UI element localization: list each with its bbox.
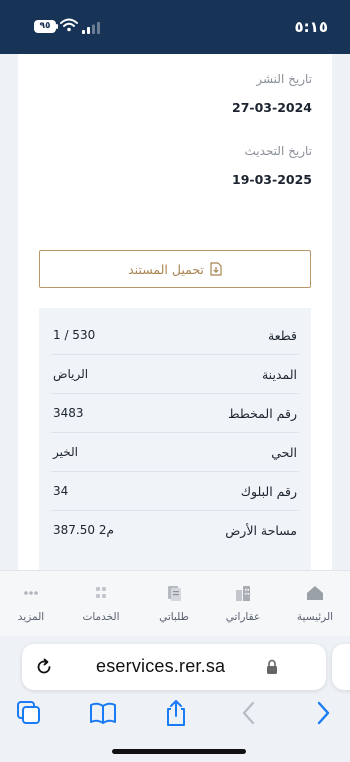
download-icon [210,262,222,276]
detail-value: 1 / 530 [53,328,96,342]
detail-label: الحي [271,445,297,460]
url-text[interactable]: eservices.rer.sa [96,656,225,677]
detail-label: المدينة [261,367,297,382]
back-icon[interactable] [234,698,264,728]
detail-row: رقم البلوك 34 [51,472,299,511]
property-details-table: قطعة 1 / 530 المدينة الرياض رقم المخطط 3… [39,308,311,570]
nav-item-services[interactable]: الخدمات [66,571,136,637]
next-tab-peek[interactable] [332,644,350,690]
detail-row: الحي الخير [51,433,299,472]
detail-value: الرياض [53,367,89,381]
nav-item-more[interactable]: المزيد [0,571,66,637]
detail-label: مساحة الأرض [225,523,297,538]
detail-label: قطعة [268,328,297,343]
share-icon[interactable] [161,698,191,728]
bottom-navigation: الرئيسية عقاراتي طلباتي الخدمات المزيد [0,570,350,636]
battery-icon: ٩٥ [34,20,56,33]
publish-date-label: تاريخ النشر [256,72,312,86]
download-button-label: تحميل المستند [128,261,204,277]
nav-label: عقاراتي [225,611,261,623]
update-date-value: 19-03-2025 [232,172,312,187]
nav-label: طلباتي [159,611,189,623]
status-time: ٥:١٥ [294,18,328,36]
forward-icon[interactable] [308,698,338,728]
update-date-label: تاريخ التحديث [244,144,312,158]
more-dots-icon [24,591,38,595]
document-card: تاريخ النشر 27-03-2024 تاريخ التحديث 19-… [18,54,332,570]
nav-item-home[interactable]: الرئيسية [280,571,350,637]
services-grid-icon [96,587,106,598]
cellular-signal-icon [82,22,100,34]
reload-icon[interactable] [34,657,54,677]
detail-row: قطعة 1 / 530 [51,316,299,355]
detail-value: 387.50 م2 [53,523,114,537]
buildings-icon [236,586,250,601]
detail-row: مساحة الأرض 387.50 م2 [51,511,299,550]
lock-icon [267,659,277,674]
nav-label: الرئيسية [296,611,334,623]
requests-icon [168,586,181,601]
nav-label: المزيد [17,611,45,623]
tabs-icon[interactable] [14,698,44,728]
detail-row: رقم المخطط 3483 [51,394,299,433]
home-indicator [112,749,246,754]
detail-value: 34 [53,484,69,498]
nav-item-my-properties[interactable]: عقاراتي [208,571,278,637]
address-bar[interactable]: eservices.rer.sa [22,644,326,690]
nav-item-my-requests[interactable]: طلباتي [139,571,209,637]
nav-label: الخدمات [82,611,120,623]
wifi-icon [60,18,78,32]
download-document-button[interactable]: تحميل المستند [39,250,311,288]
detail-value: الخير [53,445,78,459]
detail-label: رقم البلوك [240,484,297,499]
battery-tip [56,24,58,29]
bookmarks-icon[interactable] [88,698,118,728]
home-icon [307,586,323,600]
status-bar: ٥:١٥ ٩٥ [0,0,350,54]
detail-row: المدينة الرياض [51,355,299,394]
detail-value: 3483 [53,406,84,420]
publish-date-value: 27-03-2024 [232,100,312,115]
detail-label: رقم المخطط [227,406,297,421]
